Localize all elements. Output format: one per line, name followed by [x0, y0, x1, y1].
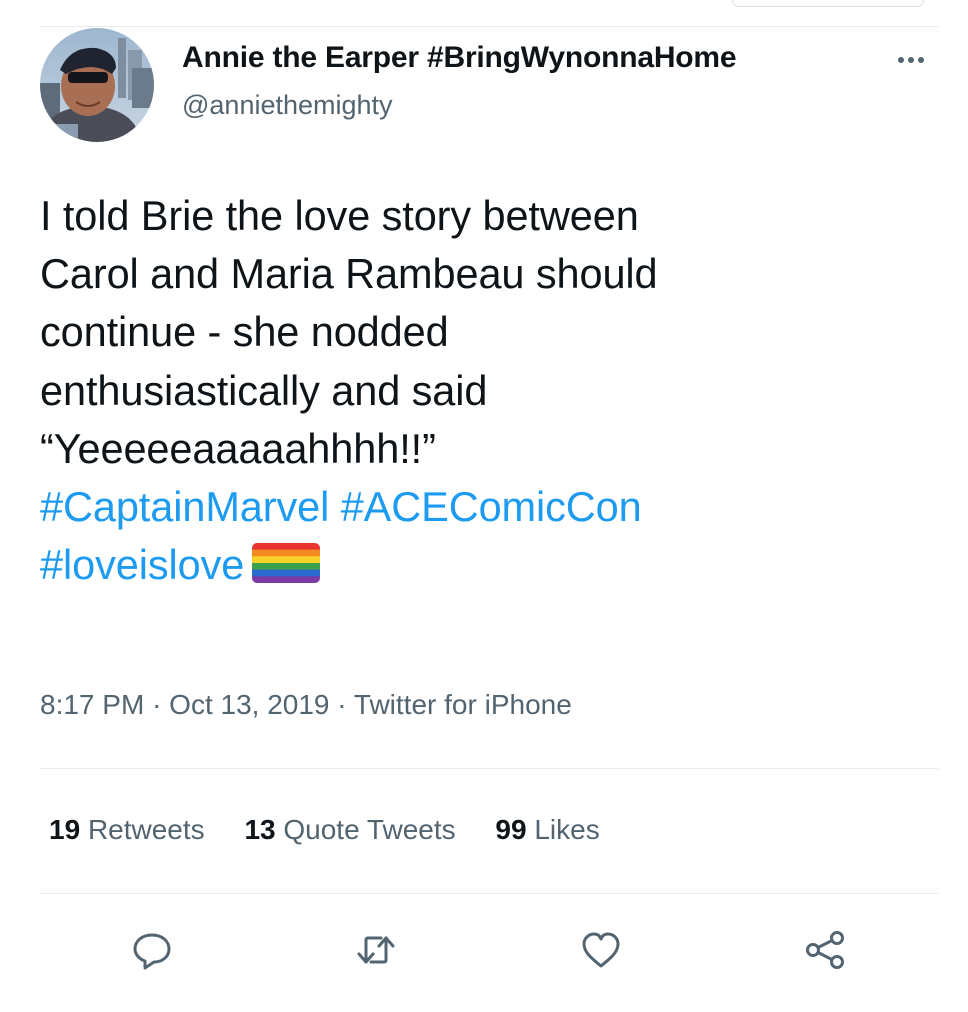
heart-icon[interactable] [579, 928, 623, 972]
tweet-time[interactable]: 8:17 PM [40, 689, 144, 720]
tweet-source[interactable]: Twitter for iPhone [354, 689, 572, 720]
share-icon[interactable] [803, 928, 847, 972]
hashtag-line: #loveislove [40, 536, 940, 598]
reply-icon[interactable] [130, 928, 174, 972]
top-search-pill [732, 0, 924, 7]
tweet-date[interactable]: Oct 13, 2019 [169, 689, 329, 720]
tweet-stats: 19 Retweets 13 Quote Tweets 99 Likes [49, 814, 632, 846]
quote-tweets-count: 13 [244, 814, 276, 845]
tweet-line: I told Brie the love story between [40, 192, 639, 239]
retweets-stat[interactable]: 19 Retweets [49, 814, 205, 846]
tweet-line: Carol and Maria Rambeau should [40, 250, 658, 298]
hashtag-acecomiccon[interactable]: #ACEComicCon [341, 483, 642, 530]
tweet-text: I told Brie the love story between Carol… [40, 187, 940, 598]
hashtag-loveislove[interactable]: #loveislove [40, 541, 244, 588]
likes-stat[interactable]: 99 Likes [495, 814, 599, 846]
tweet-line: continue - she nodded [40, 308, 449, 356]
quote-tweets-stat[interactable]: 13 Quote Tweets [244, 814, 455, 846]
top-divider [40, 26, 938, 27]
retweets-label: Retweets [87, 814, 205, 845]
more-horizontal-icon[interactable] [886, 48, 936, 72]
author-display-name[interactable]: Annie the Earper #BringWynonnaHome [182, 41, 737, 75]
meta-divider [40, 768, 938, 769]
tweet-meta: 8:17 PM · Oct 13, 2019 · Twitter for iPh… [40, 689, 572, 721]
stats-divider [40, 893, 938, 894]
avatar[interactable] [40, 28, 154, 142]
hashtag-captainmarvel[interactable]: #CaptainMarvel [40, 483, 329, 530]
retweets-count: 19 [49, 814, 81, 845]
retweet-icon[interactable] [354, 928, 398, 972]
meta-separator: · [337, 689, 347, 720]
likes-label: Likes [534, 814, 600, 845]
tweet-line: enthusiastically and said [40, 366, 488, 414]
tweet-line: “Yeeeeeaaaaahhhh!!” [40, 424, 436, 472]
quote-tweets-label: Quote Tweets [283, 814, 456, 845]
likes-count: 99 [495, 814, 527, 845]
hashtag-line: #CaptainMarvel #ACEComicCon [40, 478, 940, 536]
meta-separator: · [152, 689, 162, 720]
author-handle[interactable]: @anniethemighty [182, 90, 393, 121]
rainbow-flag-icon [252, 540, 321, 598]
